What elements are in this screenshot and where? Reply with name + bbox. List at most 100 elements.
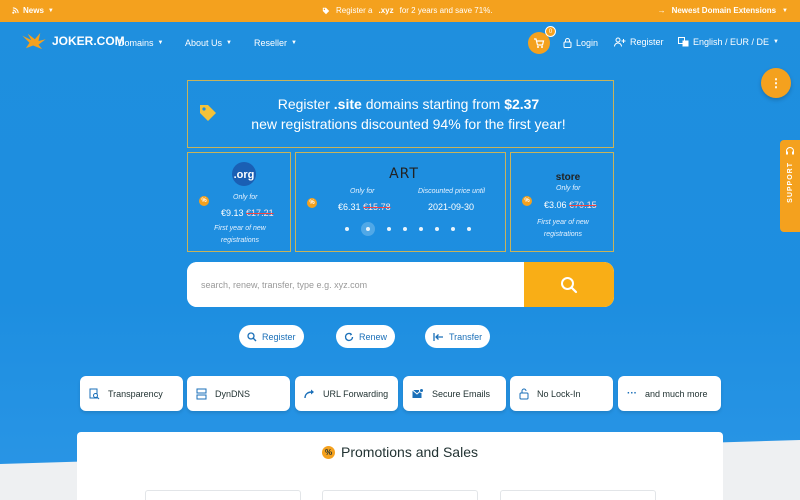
feature-secure-emails[interactable]: Secure Emails [403, 376, 506, 411]
art-logo: ART [388, 165, 420, 183]
cart-button[interactable]: 0 [528, 26, 556, 54]
tag-icon [322, 7, 330, 14]
search-button[interactable] [524, 262, 614, 307]
transfer-icon [433, 332, 443, 341]
locale-label: English / EUR / DE [693, 37, 770, 47]
search-icon [561, 276, 578, 293]
feature-more[interactable]: ··· and much more [618, 376, 721, 411]
feature-url-forwarding-label: URL Forwarding [323, 388, 389, 399]
nav-reseller[interactable]: Reseller ▼ [254, 38, 297, 48]
carousel-dot[interactable] [419, 227, 423, 231]
discount-icon: % [522, 196, 532, 206]
login-label: Login [576, 37, 599, 48]
org-price-value: €9.13 [221, 208, 244, 218]
nav-about-us[interactable]: About Us ▼ [185, 38, 232, 48]
art-old-price: €15.78 [363, 202, 391, 212]
unlock-icon [519, 388, 529, 399]
deal-card-art[interactable]: ART % Only for Discounted price until €6… [295, 152, 506, 252]
promo-link[interactable]: Register a .xyz for 2 years and save 71%. [322, 6, 493, 15]
chevron-down-icon: ▼ [47, 7, 54, 14]
register-label: Register [630, 37, 664, 47]
carousel-dot[interactable] [345, 227, 349, 231]
nav-domains[interactable]: Domains ▼ [118, 38, 163, 48]
language-currency-selector[interactable]: English / EUR / DE ▼ [678, 37, 779, 47]
joker-logo[interactable]: JOKER.COM [20, 32, 125, 50]
nav-domains-label: Domains [118, 38, 154, 48]
carousel-dot[interactable] [387, 227, 391, 231]
org-logo: .org [228, 161, 260, 187]
rss-icon [12, 7, 19, 14]
carousel-dot-active[interactable] [361, 222, 375, 236]
carousel-dot[interactable] [403, 227, 407, 231]
news-label: News [23, 6, 44, 15]
support-tab[interactable]: SUPPORT [780, 140, 800, 232]
secure-mail-icon [412, 388, 424, 398]
arrow-right-icon: → [657, 6, 666, 15]
promo-tld: .xyz [378, 6, 394, 15]
art-until-date: 2021-09-30 [428, 202, 475, 212]
deal-card-org[interactable]: .org % Only for €9.13 €17.21 First year … [187, 152, 291, 252]
transfer-action-button[interactable]: Transfer [425, 325, 491, 348]
hero-price: $2.37 [504, 96, 540, 112]
register-action-button[interactable]: Register [239, 325, 304, 348]
org-price: €9.13 €17.21 [221, 208, 274, 218]
store-price-value: €3.06 [544, 200, 567, 210]
promo-card-stub[interactable] [322, 490, 478, 500]
site-header: JOKER.COM Domains ▼ About Us ▼ Reseller ▼ 0… [0, 22, 800, 64]
org-note-2: registrations [220, 237, 260, 244]
carousel-dot[interactable] [451, 227, 455, 231]
headset-icon [786, 147, 794, 155]
promo-card-stub[interactable] [500, 490, 656, 500]
renew-action-label: Renew [359, 331, 388, 342]
transfer-action-label: Transfer [449, 331, 483, 342]
carousel-dot[interactable] [467, 227, 471, 231]
promo-text-pre: Register a [336, 6, 373, 15]
promo-card-stub[interactable] [145, 490, 301, 500]
chevron-down-icon: ▼ [226, 40, 232, 46]
art-logo-text: ART [389, 166, 419, 182]
more-vertical-icon: ⋮ [770, 76, 782, 90]
forward-arrow-icon [304, 389, 314, 398]
promo-text-post: for 2 years and save 71%. [399, 6, 493, 15]
logo-text: JOKER.COM [52, 34, 125, 48]
org-logo-text: .org [234, 169, 255, 181]
register-link[interactable]: Register [614, 37, 664, 47]
hero-tld: .site [333, 96, 362, 112]
register-action-label: Register [262, 331, 296, 342]
cart-count-badge: 0 [545, 26, 556, 37]
feature-transparency[interactable]: Transparency [80, 376, 183, 411]
feature-secure-emails-label: Secure Emails [432, 388, 491, 399]
hero-promo-banner[interactable]: Register .site domains starting from $2.… [187, 80, 614, 148]
store-logo: store [553, 167, 583, 185]
hero-line1-mid: domains starting from [365, 96, 501, 112]
store-note-1: First year of new [537, 219, 589, 226]
hero-text: Register .site domains starting from $2.… [188, 94, 613, 134]
hero-line-2: new registrations discounted 94% for the… [251, 116, 566, 132]
newest-extensions-link[interactable]: → Newest Domain Extensions ▼ [658, 6, 788, 15]
feature-no-lock-in[interactable]: No Lock-In [510, 376, 613, 411]
feature-dyndns[interactable]: DynDNS [187, 376, 290, 411]
promotions-panel: % Promotions and Sales [77, 432, 723, 500]
only-for-label: Only for [350, 188, 375, 195]
feature-url-forwarding[interactable]: URL Forwarding [295, 376, 398, 411]
hero-line-1: Register .site domains starting from $2.… [204, 94, 613, 114]
chevron-down-icon: ▼ [773, 39, 779, 45]
chevron-down-icon: ▼ [291, 40, 297, 46]
add-user-icon [614, 37, 626, 47]
more-options-button[interactable]: ⋮ [761, 68, 791, 98]
art-price: €6.31 €15.78 [338, 202, 391, 212]
news-menu[interactable]: News ▼ [12, 6, 54, 15]
more-horizontal-icon: ··· [627, 388, 637, 399]
domain-search-input[interactable] [187, 262, 524, 307]
store-logo-text: store [555, 172, 581, 183]
carousel-dot[interactable] [435, 227, 439, 231]
login-link[interactable]: Login [563, 37, 598, 48]
lock-icon [563, 38, 572, 48]
only-for-label: Only for [233, 194, 258, 201]
art-price-value: €6.31 [338, 202, 361, 212]
until-label: Discounted price until [418, 188, 485, 195]
renew-action-button[interactable]: Renew [336, 325, 396, 348]
deal-card-store[interactable]: store % Only for €3.06 €70.15 First year… [510, 152, 614, 252]
org-note-1: First year of new [214, 225, 266, 232]
org-old-price: €17.21 [246, 208, 274, 218]
